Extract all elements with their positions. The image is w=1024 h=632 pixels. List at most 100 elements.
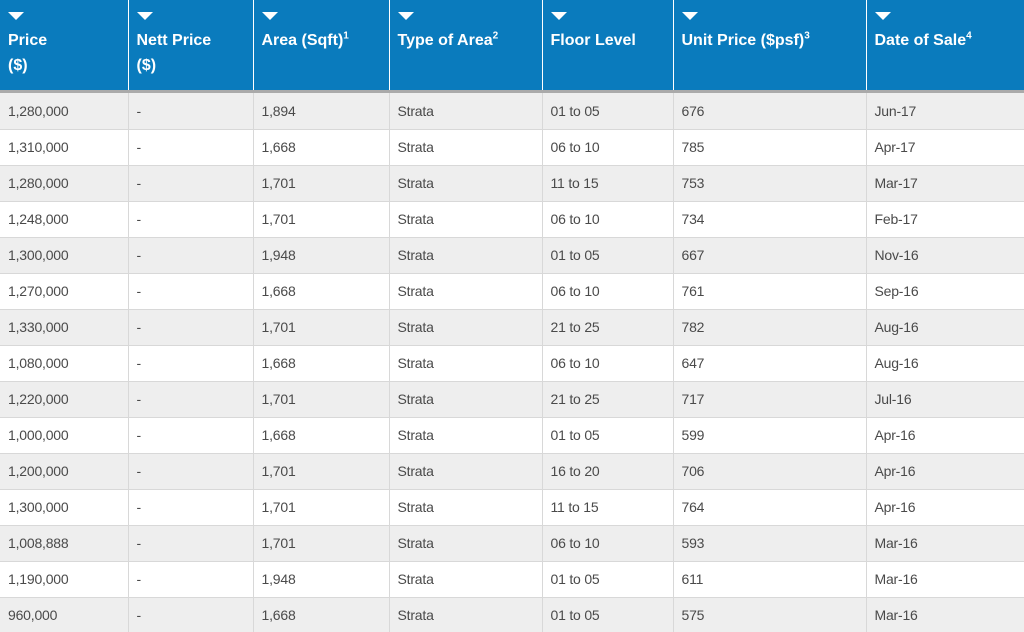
- cell-nett-price: -: [128, 381, 254, 418]
- cell-unit-price: 761: [673, 273, 867, 310]
- column-header-nett-price[interactable]: Nett Price ($): [128, 0, 254, 90]
- column-header-label: Unit Price ($psf): [681, 32, 805, 49]
- table-row: 1,008,888-1,701 Strata 06 to 10 593 Mar-16: [0, 525, 1024, 562]
- column-header-type-of-area[interactable]: Type of Area2: [389, 0, 543, 90]
- cell-price: 960,000: [0, 597, 129, 632]
- table-row: 1,248,000-1,701 Strata 06 to 10 734 Feb-17: [0, 201, 1024, 238]
- cell-date-of-sale: Mar-16: [866, 525, 1024, 562]
- cell-unit-price: 782: [673, 309, 867, 346]
- cell-nett-price: -: [128, 165, 254, 202]
- cell-unit-price: 717: [673, 381, 867, 418]
- cell-unit-price: 785: [673, 129, 867, 166]
- transactions-table: Price ($) Nett Price ($) Area (Sqft)1 Ty…: [0, 0, 1024, 632]
- column-header-unit-price[interactable]: Unit Price ($psf)3: [673, 0, 867, 90]
- column-header-date-of-sale[interactable]: Date of Sale4: [866, 0, 1024, 90]
- cell-price: 1,008,888: [0, 525, 129, 562]
- cell-area: 1,701: [253, 525, 390, 562]
- cell-price: 1,248,000: [0, 201, 129, 238]
- cell-floor-level: 11 to 15: [542, 489, 674, 526]
- cell-area: 1,894: [253, 93, 390, 130]
- cell-date-of-sale: Apr-16: [866, 453, 1024, 490]
- cell-type-of-area: Strata: [389, 417, 543, 454]
- table-row: 1,310,000-1,668 Strata 06 to 10 785 Apr-17: [0, 129, 1024, 166]
- cell-type-of-area: Strata: [389, 453, 543, 490]
- cell-date-of-sale: Apr-17: [866, 129, 1024, 166]
- cell-date-of-sale: Jul-16: [866, 381, 1024, 418]
- cell-nett-price: -: [128, 417, 254, 454]
- sort-arrow-down-icon[interactable]: [397, 12, 414, 20]
- sort-arrow-down-icon[interactable]: [874, 12, 891, 20]
- table-row: 1,000,000-1,668 Strata 01 to 05 599 Apr-16: [0, 417, 1024, 454]
- sort-arrow-down-icon[interactable]: [8, 12, 24, 20]
- cell-nett-price: -: [128, 597, 254, 632]
- cell-date-of-sale: Jun-17: [866, 93, 1024, 130]
- column-header-label: Type of Area: [397, 32, 493, 49]
- column-header-label: Nett Price: [136, 32, 212, 49]
- cell-unit-price: 764: [673, 489, 867, 526]
- cell-area: 1,701: [253, 165, 390, 202]
- cell-unit-price: 734: [673, 201, 867, 238]
- cell-area: 1,948: [253, 561, 390, 598]
- column-header-label: Floor Level: [550, 32, 636, 49]
- column-header-label-wrap: Date of Sale4: [875, 28, 1017, 53]
- column-header-label: Area (Sqft): [261, 32, 344, 49]
- cell-price: 1,280,000: [0, 165, 129, 202]
- cell-type-of-area: Strata: [389, 273, 543, 310]
- cell-unit-price: 611: [673, 561, 867, 598]
- column-header-label: Date of Sale: [874, 32, 967, 49]
- cell-area: 1,701: [253, 453, 390, 490]
- cell-floor-level: 06 to 10: [542, 201, 674, 238]
- cell-area: 1,701: [253, 381, 390, 418]
- table-row: 1,200,000-1,701 Strata 16 to 20 706 Apr-16: [0, 453, 1024, 490]
- cell-area: 1,668: [253, 273, 390, 310]
- cell-floor-level: 06 to 10: [542, 345, 674, 382]
- cell-unit-price: 575: [673, 597, 867, 632]
- cell-floor-level: 01 to 05: [542, 417, 674, 454]
- cell-type-of-area: Strata: [389, 309, 543, 346]
- footnote-marker: 2: [492, 30, 499, 42]
- column-header-label-wrap: Area (Sqft)1: [262, 28, 381, 53]
- cell-floor-level: 06 to 10: [542, 129, 674, 166]
- cell-floor-level: 21 to 25: [542, 381, 674, 418]
- cell-unit-price: 667: [673, 237, 867, 274]
- cell-nett-price: -: [128, 129, 254, 166]
- table-body: 1,280,000-1,894 Strata 01 to 05 676 Jun-17 1,…: [0, 93, 1024, 632]
- sort-arrow-down-icon[interactable]: [136, 12, 153, 20]
- cell-price: 1,080,000: [0, 345, 129, 382]
- cell-price: 1,190,000: [0, 561, 129, 598]
- cell-floor-level: 01 to 05: [542, 93, 674, 130]
- table-row: 1,190,000-1,948 Strata 01 to 05 611 Mar-16: [0, 561, 1024, 598]
- column-header-price[interactable]: Price ($): [0, 0, 129, 90]
- column-header-area[interactable]: Area (Sqft)1: [253, 0, 390, 90]
- cell-price: 1,200,000: [0, 453, 129, 490]
- cell-nett-price: -: [128, 489, 254, 526]
- sort-arrow-down-icon[interactable]: [261, 12, 278, 20]
- cell-date-of-sale: Mar-17: [866, 165, 1024, 202]
- cell-nett-price: -: [128, 561, 254, 598]
- cell-date-of-sale: Aug-16: [866, 345, 1024, 382]
- cell-unit-price: 753: [673, 165, 867, 202]
- cell-type-of-area: Strata: [389, 597, 543, 632]
- cell-floor-level: 01 to 05: [542, 597, 674, 632]
- cell-price: 1,220,000: [0, 381, 129, 418]
- cell-price: 1,310,000: [0, 129, 129, 166]
- cell-nett-price: -: [128, 309, 254, 346]
- cell-area: 1,668: [253, 345, 390, 382]
- cell-floor-level: 01 to 05: [542, 237, 674, 274]
- cell-price: 1,330,000: [0, 309, 129, 346]
- cell-date-of-sale: Mar-16: [866, 597, 1024, 632]
- cell-area: 1,948: [253, 237, 390, 274]
- cell-date-of-sale: Feb-17: [866, 201, 1024, 238]
- cell-date-of-sale: Mar-16: [866, 561, 1024, 598]
- sort-arrow-down-icon[interactable]: [550, 12, 567, 20]
- footnote-marker: 3: [804, 30, 810, 42]
- cell-nett-price: -: [128, 93, 254, 130]
- cell-date-of-sale: Aug-16: [866, 309, 1024, 346]
- sort-arrow-down-icon[interactable]: [681, 12, 698, 20]
- cell-type-of-area: Strata: [389, 129, 543, 166]
- cell-area: 1,668: [253, 129, 390, 166]
- column-header-floor-level[interactable]: Floor Level: [542, 0, 674, 90]
- cell-unit-price: 706: [673, 453, 867, 490]
- cell-type-of-area: Strata: [389, 381, 543, 418]
- cell-date-of-sale: Sep-16: [866, 273, 1024, 310]
